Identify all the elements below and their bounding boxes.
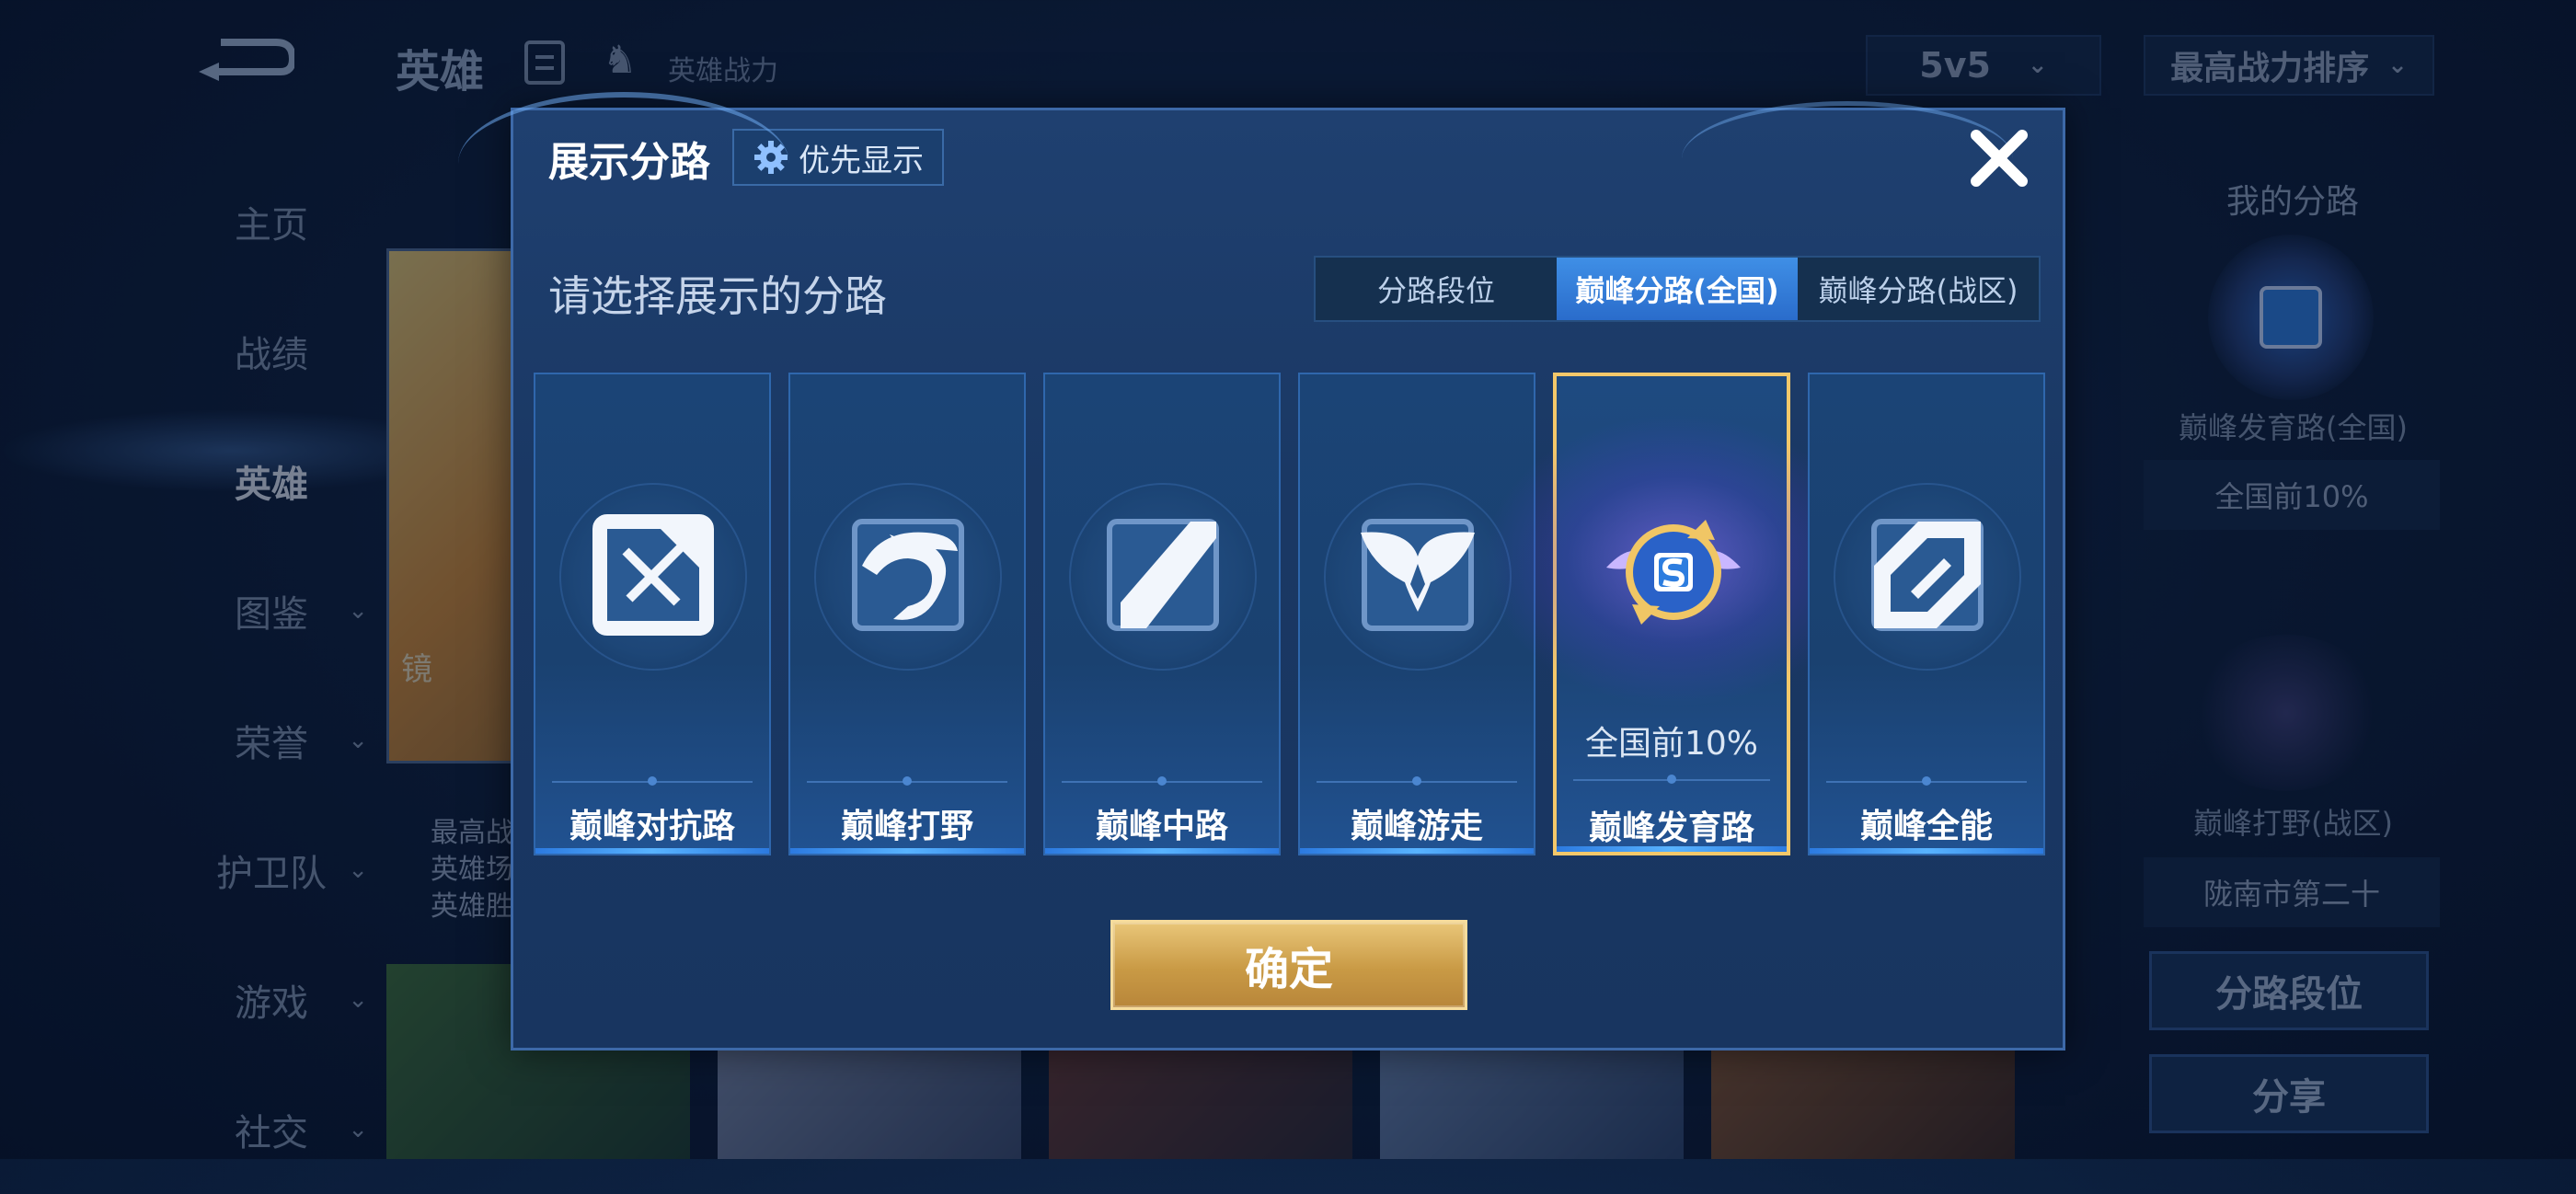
- hero-stat-line: 最高战: [431, 817, 513, 849]
- wings-icon: [1361, 519, 1475, 631]
- mode-select[interactable]: 5v5 ⌄: [1866, 35, 2101, 96]
- tab-peak-lane-national[interactable]: 巅峰分路(全国): [1557, 258, 1798, 320]
- back-arrow-icon[interactable]: [193, 35, 294, 86]
- divider: [1573, 775, 1770, 784]
- my-lane-label: 巅峰打野(战区): [2193, 806, 2393, 841]
- chevron-down-icon: ⌄: [348, 855, 368, 884]
- share-button[interactable]: 分享: [2149, 1054, 2429, 1133]
- chevron-down-icon: ⌄: [2387, 52, 2408, 79]
- hero-name: 镜: [401, 651, 432, 688]
- divider: [807, 776, 1007, 786]
- nav-label: 社交: [235, 1111, 308, 1154]
- chevron-down-icon: ⌄: [348, 596, 368, 625]
- confirm-button[interactable]: 确定: [1110, 920, 1467, 1010]
- dragon-icon: [852, 519, 964, 631]
- role-card-roam[interactable]: 巅峰游走: [1298, 373, 1535, 855]
- chevron-down-icon: ⌄: [348, 985, 368, 1014]
- role-name: 巅峰发育路: [1588, 809, 1754, 847]
- all-round-icon: [1871, 519, 1984, 631]
- side-nav: 主页 战绩 英雄 图鉴 ⌄ 荣誉 ⌄ 护卫队 ⌄ 游戏 ⌄ 社交 ⌄: [175, 156, 368, 1194]
- close-button[interactable]: [1962, 121, 2036, 195]
- nav-item-hero[interactable]: 英雄: [175, 416, 368, 545]
- role-name: 巅峰全能: [1859, 808, 1993, 845]
- hero-power-label[interactable]: 英雄战力: [668, 48, 778, 88]
- role-card-list: 巅峰对抗路 巅峰打野 巅峰中路 巅峰游走 全国前10% 巅峰发育路 巅峰全能: [534, 373, 2052, 855]
- nav-label: 图鉴: [235, 592, 308, 636]
- chevron-down-icon: ⌄: [2027, 52, 2048, 79]
- sword-cross-icon: [592, 514, 714, 636]
- tab-lane-rank[interactable]: 分路段位: [1316, 258, 1557, 320]
- page-title: 英雄: [396, 46, 485, 98]
- nav-item-game[interactable]: 游戏 ⌄: [175, 935, 368, 1064]
- lane-tabs: 分路段位 巅峰分路(全国) 巅峰分路(战区): [1314, 256, 2041, 322]
- hero-stat-line: 英雄胜: [431, 890, 513, 923]
- my-lane-title: 我的分路: [2226, 183, 2360, 221]
- nav-item-guard[interactable]: 护卫队 ⌄: [175, 805, 368, 935]
- show-lane-dialog: 展示分路 优先显示 请选择展示的分路 分路段位 巅峰分路(全国) 巅峰分路(战区…: [458, 92, 2065, 1050]
- nav-item-home[interactable]: 主页: [175, 156, 368, 286]
- nav-item-honor[interactable]: 荣誉 ⌄: [175, 675, 368, 805]
- staff-icon: [1107, 519, 1219, 631]
- hero-stat-line: 英雄场: [431, 854, 513, 886]
- sort-select-value: 最高战力排序: [2170, 50, 2370, 87]
- my-lane-rank: 陇南市第二十: [2144, 857, 2440, 927]
- nav-item-gallery[interactable]: 图鉴 ⌄: [175, 545, 368, 675]
- my-lane-rank: 全国前10%: [2144, 460, 2440, 530]
- priority-display-label: 优先显示: [799, 142, 924, 179]
- role-card-farm-lane[interactable]: 全国前10% 巅峰发育路: [1483, 373, 1869, 855]
- role-name: 巅峰游走: [1350, 808, 1483, 845]
- divider: [1062, 776, 1262, 786]
- hero-power-icon[interactable]: ♞: [603, 37, 645, 85]
- close-icon: [1971, 130, 2028, 187]
- nav-label: 英雄: [235, 463, 308, 506]
- role-rank: 全国前10%: [1584, 725, 1759, 763]
- divider: [552, 776, 753, 786]
- nav-item-social[interactable]: 社交 ⌄: [175, 1064, 368, 1194]
- role-name: 巅峰打野: [840, 808, 973, 845]
- sort-select[interactable]: 最高战力排序 ⌄: [2144, 35, 2434, 96]
- nav-label: 战绩: [235, 333, 308, 376]
- chevron-down-icon: ⌄: [348, 726, 368, 754]
- chevron-down-icon: ⌄: [348, 1115, 368, 1143]
- nav-item-record[interactable]: 战绩: [175, 286, 368, 416]
- divider: [1317, 776, 1517, 786]
- role-card-all-round[interactable]: 巅峰全能: [1808, 373, 2045, 855]
- role-card-clash-lane[interactable]: 巅峰对抗路: [534, 373, 771, 855]
- role-name: 巅峰对抗路: [569, 808, 735, 845]
- my-lane-label: 巅峰发育路(全国): [2179, 410, 2408, 445]
- mode-select-value: 5v5: [1919, 45, 1991, 86]
- marksman-emblem-icon: [2208, 235, 2374, 400]
- divider: [1826, 776, 2027, 786]
- lane-rank-button[interactable]: 分路段位: [2149, 951, 2429, 1030]
- dialog-prompt: 请选择展示的分路: [548, 271, 887, 321]
- marksman-emblem-icon: [1606, 520, 1741, 625]
- jungle-emblem-icon: [2190, 635, 2383, 791]
- decorative-swirl: [458, 92, 789, 235]
- nav-label: 护卫队: [216, 852, 327, 895]
- nav-label: 游戏: [235, 982, 308, 1025]
- nav-label: 主页: [235, 203, 308, 247]
- nav-label: 荣誉: [235, 722, 308, 765]
- list-icon[interactable]: [524, 40, 565, 85]
- tab-peak-lane-region[interactable]: 巅峰分路(战区): [1798, 258, 2039, 320]
- role-name: 巅峰中路: [1095, 808, 1228, 845]
- role-card-mid-lane[interactable]: 巅峰中路: [1043, 373, 1281, 855]
- role-card-jungle[interactable]: 巅峰打野: [788, 373, 1026, 855]
